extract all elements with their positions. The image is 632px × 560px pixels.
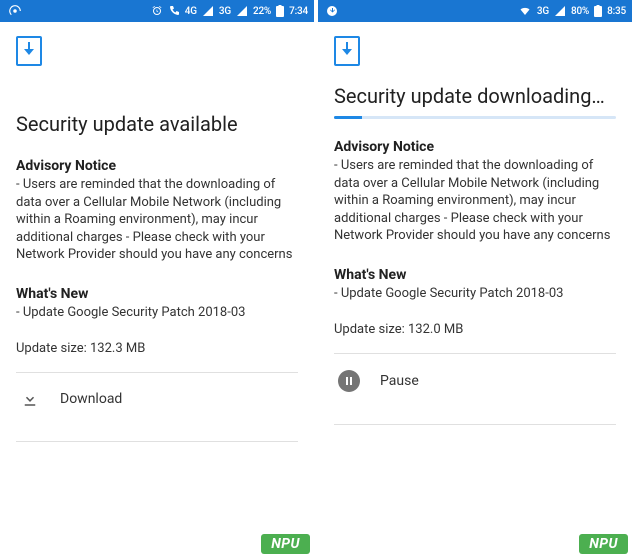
- pause-icon: [338, 370, 360, 392]
- wifi-icon: [518, 5, 532, 17]
- signal-icon: [202, 5, 214, 17]
- divider: [334, 424, 616, 425]
- progress-bar: [334, 116, 616, 119]
- phone-right: 3G 80% 8:35 Security update downloading……: [318, 0, 632, 560]
- download-icon: [20, 389, 40, 409]
- hotspot-icon: [8, 4, 22, 18]
- clock-label: 8:35: [607, 6, 626, 17]
- signal2-icon: [236, 5, 248, 17]
- watermark: NPU: [261, 534, 310, 554]
- download-phone-icon: [334, 36, 360, 66]
- advisory-heading: Advisory Notice: [334, 139, 616, 155]
- advisory-text: - Users are reminded that the downloadin…: [16, 176, 298, 264]
- update-size: Update size: 132.0 MB: [334, 322, 616, 337]
- whatsnew-text: - Update Google Security Patch 2018-03: [16, 304, 298, 322]
- battery-label: 80%: [571, 6, 589, 17]
- signal-icon: [554, 5, 566, 17]
- pause-button[interactable]: Pause: [334, 354, 616, 408]
- network-label: 4G: [185, 6, 197, 17]
- page-title: Security update available: [16, 112, 298, 136]
- pause-label: Pause: [380, 373, 419, 389]
- downloading-icon: [326, 5, 338, 17]
- clock-label: 7:34: [289, 6, 308, 17]
- advisory-heading: Advisory Notice: [16, 158, 298, 174]
- whatsnew-text: - Update Google Security Patch 2018-03: [334, 285, 616, 303]
- content: Security update downloading… Advisory No…: [318, 22, 632, 560]
- battery-label: 22%: [253, 6, 271, 17]
- content: Security update available Advisory Notic…: [0, 22, 314, 560]
- download-button[interactable]: Download: [16, 373, 298, 425]
- divider: [16, 441, 298, 442]
- download-label: Download: [60, 391, 122, 407]
- watermark: NPU: [579, 534, 628, 554]
- alarm-icon: [151, 5, 163, 17]
- phone-left: 4G 3G 22% 7:34 Security update available…: [0, 0, 314, 560]
- whatsnew-heading: What's New: [16, 286, 298, 302]
- download-phone-icon: [16, 36, 42, 66]
- page-title: Security update downloading…: [334, 84, 616, 108]
- battery-icon: [594, 5, 602, 17]
- call-icon: [168, 5, 180, 17]
- network2-label: 3G: [219, 6, 231, 17]
- network-label: 3G: [537, 6, 549, 17]
- battery-icon: [276, 5, 284, 17]
- status-bar: 4G 3G 22% 7:34: [0, 0, 314, 22]
- whatsnew-heading: What's New: [334, 267, 616, 283]
- status-bar: 3G 80% 8:35: [318, 0, 632, 22]
- update-size: Update size: 132.3 MB: [16, 341, 298, 356]
- advisory-text: - Users are reminded that the downloadin…: [334, 157, 616, 245]
